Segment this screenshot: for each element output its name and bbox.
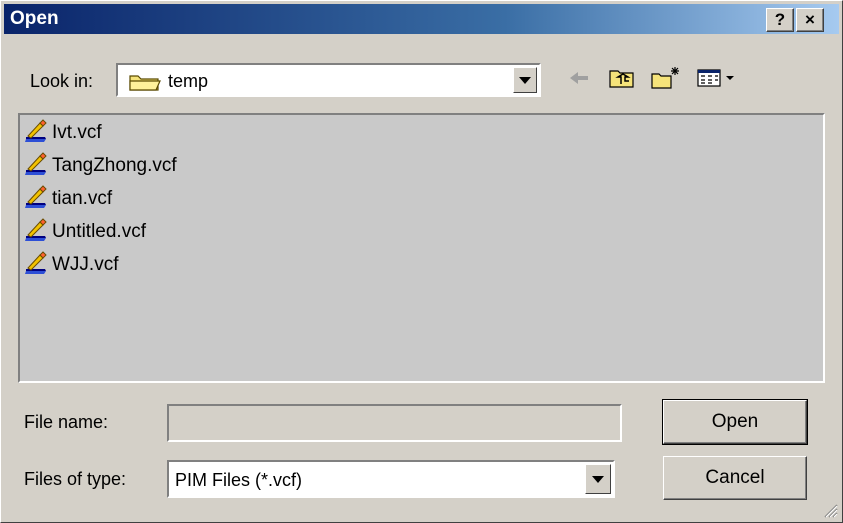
filetype-dropdown-button[interactable] [585,464,611,494]
vcard-file-icon [24,250,50,280]
vcard-file-icon [24,184,50,214]
chevron-down-icon [592,475,604,483]
filename-input[interactable] [167,404,622,442]
filetype-value: PIM Files (*.vcf) [175,470,303,490]
vcard-file-icon [24,217,50,247]
folder-icon [128,72,162,97]
filename-label: File name: [24,412,109,432]
file-name: TangZhong.vcf [52,155,177,176]
view-menu-button[interactable] [695,65,739,95]
up-folder-icon [609,67,635,94]
lookin-dropdown[interactable]: temp [116,63,541,97]
new-folder-icon [651,66,681,95]
back-arrow-icon [568,70,590,91]
window-title: Open [10,8,59,29]
view-menu-icon [697,68,737,93]
lookin-label: Look in: [30,71,94,91]
filetype-label: Files of type: [24,469,127,489]
vcard-file-icon [24,118,50,148]
list-item[interactable]: tian.vcf [24,183,112,215]
help-button[interactable]: ? [766,8,794,32]
up-folder-button[interactable] [607,65,637,95]
lookin-value: temp [168,71,209,91]
lookin-dropdown-button[interactable] [513,67,537,93]
file-name: WJJ.vcf [52,254,119,275]
chevron-down-icon [519,76,531,84]
vcard-file-icon [24,151,50,181]
open-dialog: Open ? × Look in: temp Ivt.vcf TangZhong… [0,0,843,523]
cancel-button[interactable]: Cancel [663,456,807,500]
title-bar[interactable]: Open ? × [4,4,839,34]
filetype-dropdown[interactable]: PIM Files (*.vcf) [167,460,615,498]
new-folder-button[interactable] [651,65,681,95]
resize-grip-icon[interactable] [822,502,838,518]
file-name: Untitled.vcf [52,221,146,242]
list-item[interactable]: WJJ.vcf [24,249,119,281]
list-item[interactable]: Ivt.vcf [24,117,102,149]
file-name: tian.vcf [52,188,113,209]
close-button[interactable]: × [796,8,824,32]
open-button[interactable]: Open [662,399,808,445]
file-list[interactable]: Ivt.vcf TangZhong.vcf tian.vcf Untitled.… [18,113,825,383]
list-item[interactable]: TangZhong.vcf [24,150,177,182]
file-name: Ivt.vcf [52,122,102,143]
back-button[interactable] [564,65,594,95]
list-item[interactable]: Untitled.vcf [24,216,146,248]
